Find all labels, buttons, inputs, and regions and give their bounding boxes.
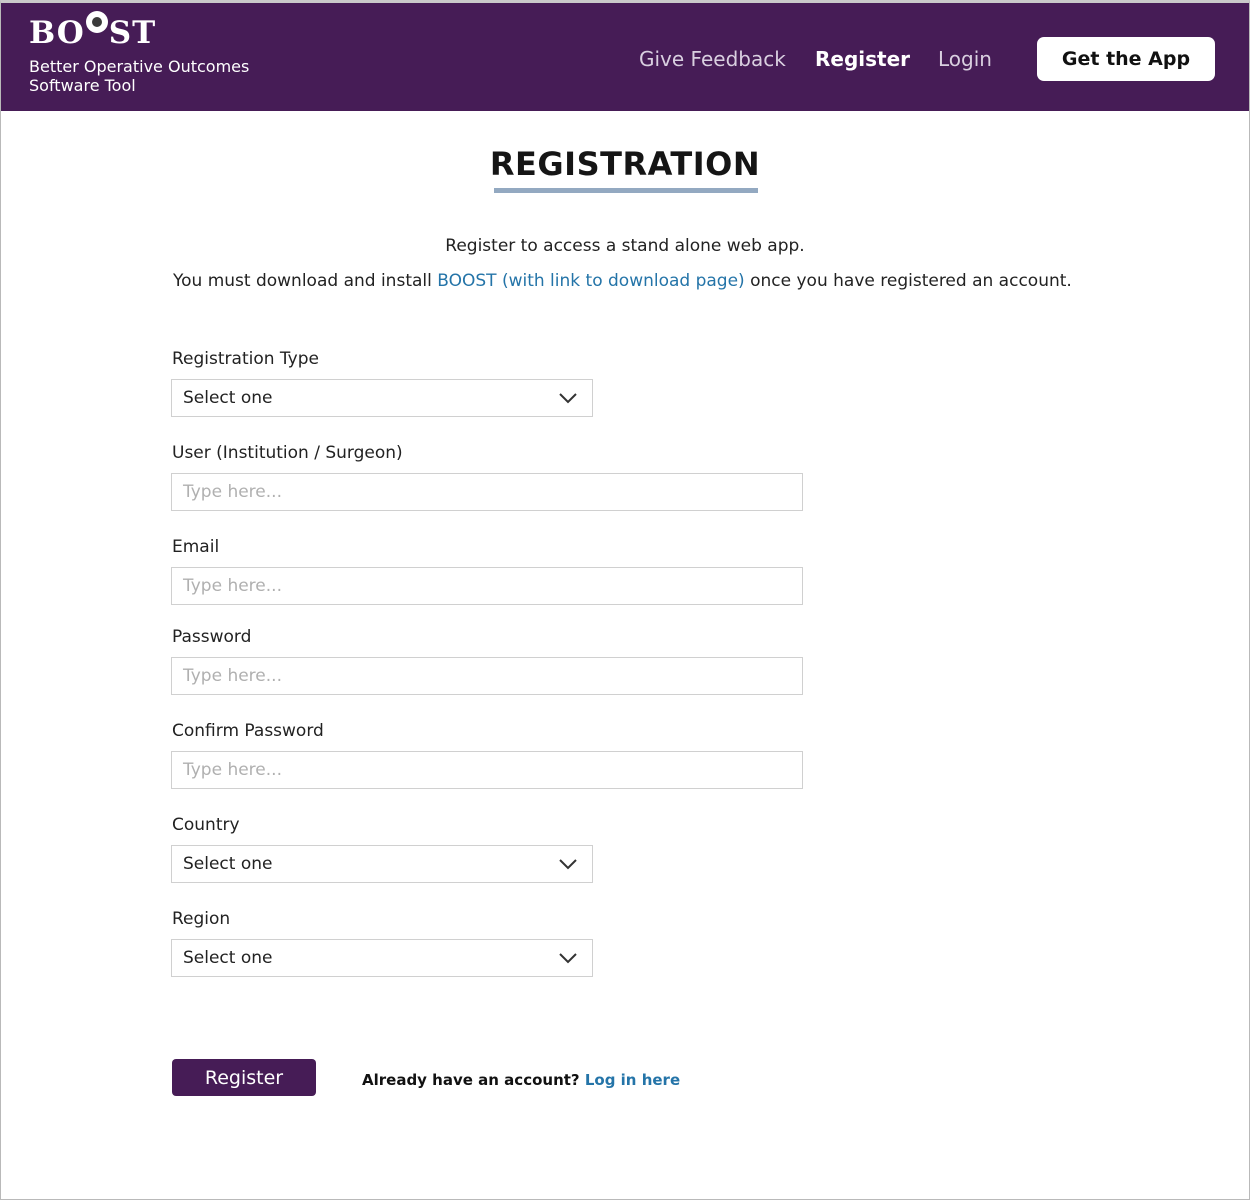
eye-icon [85,11,108,33]
download-instruction-post: once you have registered an account. [744,271,1072,291]
chevron-down-icon [559,393,577,404]
chevron-down-icon [559,859,577,870]
top-header: BO ST Better Operative Outcomes Software… [1,3,1249,111]
email-label: Email [172,537,220,557]
region-select[interactable]: Select one [171,939,593,977]
logo-subtitle: Better Operative Outcomes Software Tool [29,57,249,95]
boost-download-link[interactable]: BOOST (with link to download page) [437,271,744,291]
log-in-here-link[interactable]: Log in here [585,1071,680,1089]
get-the-app-button[interactable]: Get the App [1037,37,1215,81]
password-label: Password [172,627,252,647]
email-input[interactable]: Type here... [171,567,803,605]
intro-text: Register to access a stand alone web app… [445,236,805,256]
country-label: Country [172,815,240,835]
download-instruction: You must download and install BOOST (wit… [173,271,1072,291]
user-label: User (Institution / Surgeon) [172,443,403,463]
user-input[interactable]: Type here... [171,473,803,511]
confirm-password-label: Confirm Password [172,721,324,741]
country-select[interactable]: Select one [171,845,593,883]
logo-text-right: ST [108,15,157,51]
region-label: Region [172,909,231,929]
login-prompt-text: Already have an account? [362,1071,585,1089]
download-instruction-pre: You must download and install [173,271,438,291]
logo-subtitle-line1: Better Operative Outcomes [29,57,250,76]
registration-type-select[interactable]: Select one [171,379,593,417]
nav-register[interactable]: Register [815,47,910,71]
boost-logo[interactable]: BO ST Better Operative Outcomes Software… [29,11,249,95]
password-input[interactable]: Type here... [171,657,803,695]
country-value: Select one [183,854,273,874]
logo-subtitle-line2: Software Tool [29,76,136,95]
confirm-password-input[interactable]: Type here... [171,751,803,789]
registration-type-value: Select one [183,388,273,408]
registration-type-label: Registration Type [172,349,319,369]
register-button[interactable]: Register [172,1059,316,1096]
nav-give-feedback[interactable]: Give Feedback [639,47,786,71]
logo-wordmark: BO ST [29,11,249,51]
logo-text-left: BO [29,15,85,51]
region-value: Select one [183,948,273,968]
title-underline [494,188,758,193]
login-prompt: Already have an account? Log in here [362,1071,680,1089]
page-title: REGISTRATION [489,145,761,183]
chevron-down-icon [559,953,577,964]
nav-login[interactable]: Login [938,47,992,71]
